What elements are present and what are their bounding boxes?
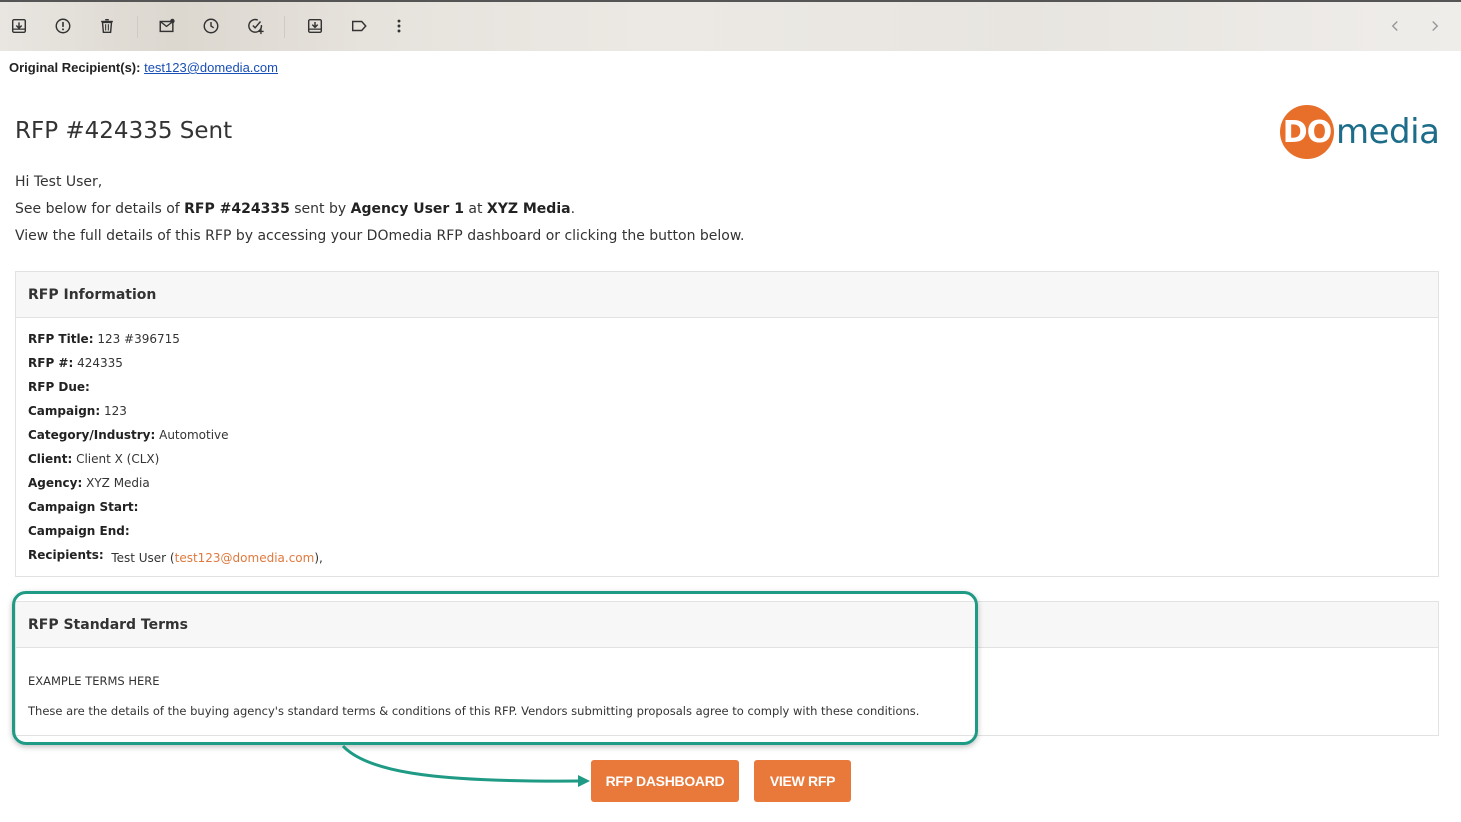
info-value: 123 #396715: [93, 332, 180, 346]
info-label: Client:: [28, 452, 73, 466]
next-icon[interactable]: [1425, 16, 1445, 36]
report-spam-icon[interactable]: [53, 16, 73, 36]
info-label: Category/Industry:: [28, 428, 156, 442]
add-task-icon[interactable]: [246, 16, 266, 36]
details-prefix: See below for details of: [15, 201, 185, 217]
recipients-label: Recipients:: [28, 548, 104, 562]
recipients-row: Recipients: Test User (test123@domedia.c…: [28, 548, 323, 565]
recipient-email-link[interactable]: test123@domedia.com: [175, 551, 315, 565]
original-recipient-line: Original Recipient(s): test123@domedia.c…: [9, 60, 278, 75]
info-value: Client X (CLX): [72, 452, 160, 466]
info-label: RFP #:: [28, 356, 74, 370]
info-label: Campaign:: [28, 404, 101, 418]
greeting: Hi Test User,: [15, 174, 103, 190]
info-label: Agency:: [28, 476, 83, 490]
info-label: Campaign End:: [28, 524, 130, 538]
recipients-value: Test User (test123@domedia.com),: [111, 551, 323, 565]
mark-unread-icon[interactable]: [157, 16, 177, 36]
info-value: Automotive: [155, 428, 229, 442]
details-mid: sent by: [289, 201, 351, 217]
logo-mark: DO: [1280, 105, 1334, 159]
info-label: Campaign Start:: [28, 500, 139, 514]
more-icon[interactable]: [389, 16, 409, 36]
highlight-box: [12, 591, 978, 745]
info-label: RFP Due:: [28, 380, 90, 394]
label-icon[interactable]: [349, 16, 369, 36]
info-row: Campaign: 123: [28, 404, 127, 418]
move-to-icon[interactable]: [305, 16, 325, 36]
info-row: Category/Industry: Automotive: [28, 428, 229, 442]
details-user: Agency User 1: [350, 201, 464, 217]
rfp-information-heading: RFP Information: [16, 272, 1438, 318]
info-label: RFP Title:: [28, 332, 94, 346]
prev-icon[interactable]: [1385, 16, 1405, 36]
details-line: See below for details of RFP #424335 sen…: [15, 201, 575, 217]
recipient-name: Test User (: [111, 551, 175, 565]
archive-icon[interactable]: [9, 16, 29, 36]
details-end: .: [570, 201, 576, 217]
snooze-icon[interactable]: [201, 16, 221, 36]
original-recipient-link[interactable]: test123@domedia.com: [144, 60, 278, 75]
email-title: RFP #424335 Sent: [15, 118, 233, 144]
toolbar-divider: [137, 16, 138, 38]
recipient-end: ),: [314, 551, 323, 565]
logo-text: media: [1336, 112, 1440, 152]
details-at: at: [463, 201, 487, 217]
view-rfp-button[interactable]: VIEW RFP: [754, 760, 851, 802]
info-row: Agency: XYZ Media: [28, 476, 150, 490]
instructions-line: View the full details of this RFP by acc…: [15, 228, 745, 244]
toolbar-divider: [284, 16, 285, 38]
rfp-dashboard-button[interactable]: RFP DASHBOARD: [591, 760, 739, 802]
info-value: 424335: [73, 356, 123, 370]
info-row: Campaign Start:: [28, 500, 138, 514]
info-row: Client: Client X (CLX): [28, 452, 159, 466]
info-row: RFP Title: 123 #396715: [28, 332, 180, 346]
original-recipient-label: Original Recipient(s):: [9, 60, 141, 75]
domedia-logo: DO media: [1280, 104, 1440, 160]
email-toolbar: [0, 0, 1461, 51]
info-row: RFP #: 424335: [28, 356, 123, 370]
info-row: Campaign End:: [28, 524, 130, 538]
info-row: RFP Due:: [28, 380, 90, 394]
details-agency: XYZ Media: [486, 201, 571, 217]
rfp-information-panel: RFP Information RFP Title: 123 #396715 R…: [15, 271, 1439, 577]
info-value: 123: [100, 404, 127, 418]
details-rfp: RFP #424335: [184, 201, 290, 217]
delete-icon[interactable]: [97, 16, 117, 36]
info-value: XYZ Media: [82, 476, 150, 490]
